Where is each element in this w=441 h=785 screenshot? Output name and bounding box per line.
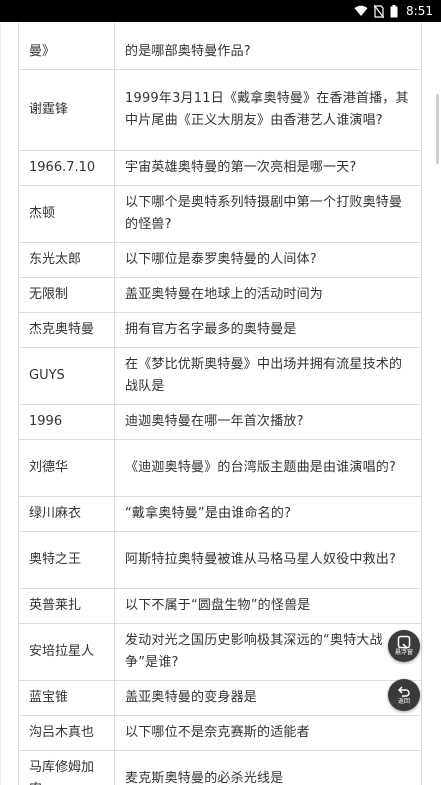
answer-cell: 杰克奥特曼 [18, 312, 115, 348]
table-row: 英普莱扎 以下不属于“圆盘生物”的怪兽是 [18, 588, 422, 624]
question-cell: 在《梦比优斯奥特曼》中出场并拥有流星技术的战队是 [114, 347, 422, 405]
question-cell: 以下哪位是泰罗奥特曼的人间体? [114, 242, 422, 278]
answer-cell: 奥特之王 [18, 531, 115, 589]
question-cell: 盖亚奥特曼的变身器是 [114, 680, 422, 716]
table-row: 曼》 的是哪部奥特曼作品? [18, 22, 422, 70]
table-row: 1996 迪迦奥特曼在哪一年首次播放? [18, 404, 422, 440]
question-cell: “戴拿奥特曼”是由谁命名的? [114, 496, 422, 532]
question-cell: 宇宙英雄奥特曼的第一次亮相是哪一天? [114, 150, 422, 186]
question-cell: 发动对光之国历史影响极其深远的“奥特大战争”是谁? [114, 623, 422, 681]
answer-cell: 谢霆锋 [18, 69, 115, 151]
float-window-icon [397, 635, 411, 649]
question-cell: 以下哪位不是奈克赛斯的适能者 [114, 715, 422, 751]
wifi-icon [354, 5, 368, 17]
back-label: 返回 [397, 698, 410, 705]
answer-cell: 英普莱扎 [18, 588, 115, 624]
question-cell: 的是哪部奥特曼作品? [114, 22, 422, 70]
question-cell: 盖亚奥特曼在地球上的活动时间为 [114, 277, 422, 313]
content-area[interactable]: 曼》 的是哪部奥特曼作品? 谢霆锋 1999年3月11日《戴拿奥特曼》在香港首播，其中… [0, 22, 441, 785]
answer-cell: 杰顿 [18, 185, 115, 243]
table-row: 刘德华 《迪迦奥特曼》的台湾版主题曲是由谁演唱的? [18, 439, 422, 497]
scrollbar-thumb[interactable] [436, 94, 439, 164]
answer-cell: 1996 [18, 404, 115, 440]
table-row: 安培拉星人 发动对光之国历史影响极其深远的“奥特大战争”是谁? [18, 623, 422, 681]
answer-cell: 无限制 [18, 277, 115, 313]
question-cell: 阿斯特拉奥特曼被谁从马格马星人奴役中救出? [114, 531, 422, 589]
table-row: 无限制 盖亚奥特曼在地球上的活动时间为 [18, 277, 422, 313]
table-row: 马库修姆加农麦克斯奥特曼的必杀光线是 [18, 750, 422, 785]
qa-table: 曼》 的是哪部奥特曼作品? 谢霆锋 1999年3月11日《戴拿奥特曼》在香港首播，其中… [18, 22, 422, 785]
table-row: 蓝宝锥 盖亚奥特曼的变身器是 [18, 680, 422, 716]
answer-cell: 曼》 [18, 22, 115, 70]
answer-cell: 蓝宝锥 [18, 680, 115, 716]
answer-cell: 刘德华 [18, 439, 115, 497]
table-row: 谢霆锋 1999年3月11日《戴拿奥特曼》在香港首播，其中片尾曲《正义大朋友》由香… [18, 69, 422, 151]
question-cell: 麦克斯奥特曼的必杀光线是 [114, 750, 422, 785]
answer-cell: GUYS [18, 347, 115, 405]
left-edge [0, 22, 1, 785]
question-cell: 拥有官方名字最多的奥特曼是 [114, 312, 422, 348]
answer-cell: 安培拉星人 [18, 623, 115, 681]
answer-cell: 东光太郎 [18, 242, 115, 278]
question-cell: 以下不属于“圆盘生物”的怪兽是 [114, 588, 422, 624]
back-arrow-icon [397, 686, 410, 697]
answer-cell: 1966.7.10 [18, 150, 115, 186]
float-window-button[interactable]: 悬浮窗 [388, 630, 420, 662]
no-sim-icon [374, 4, 385, 18]
table-row: 沟吕木真也 以下哪位不是奈克赛斯的适能者 [18, 715, 422, 751]
table-row: 杰顿 以下哪个是奥特系列特摄剧中第一个打败奥特曼的怪兽? [18, 185, 422, 243]
status-time: 8:51 [406, 4, 433, 18]
table-row: 杰克奥特曼 拥有官方名字最多的奥特曼是 [18, 312, 422, 348]
table-row: 1966.7.10 宇宙英雄奥特曼的第一次亮相是哪一天? [18, 150, 422, 186]
float-window-label: 悬浮窗 [394, 649, 413, 656]
answer-cell: 沟吕木真也 [18, 715, 115, 751]
question-cell: 迪迦奥特曼在哪一年首次播放? [114, 404, 422, 440]
table-row: 绿川麻衣 “戴拿奥特曼”是由谁命名的? [18, 496, 422, 532]
battery-icon [390, 4, 398, 18]
table-row: 奥特之王 阿斯特拉奥特曼被谁从马格马星人奴役中救出? [18, 531, 422, 589]
question-cell: 以下哪个是奥特系列特摄剧中第一个打败奥特曼的怪兽? [114, 185, 422, 243]
table-row: 东光太郎 以下哪位是泰罗奥特曼的人间体? [18, 242, 422, 278]
back-button[interactable]: 返回 [388, 679, 420, 711]
status-icons: 8:51 [354, 0, 433, 22]
answer-cell: 马库修姆加农 [18, 750, 115, 785]
table-row: GUYS 在《梦比优斯奥特曼》中出场并拥有流星技术的战队是 [18, 347, 422, 405]
question-cell: 《迪迦奥特曼》的台湾版主题曲是由谁演唱的? [114, 439, 422, 497]
question-cell: 1999年3月11日《戴拿奥特曼》在香港首播，其中片尾曲《正义大朋友》由香港艺人… [114, 69, 422, 151]
answer-cell: 绿川麻衣 [18, 496, 115, 532]
status-bar: 8:51 [0, 0, 441, 22]
